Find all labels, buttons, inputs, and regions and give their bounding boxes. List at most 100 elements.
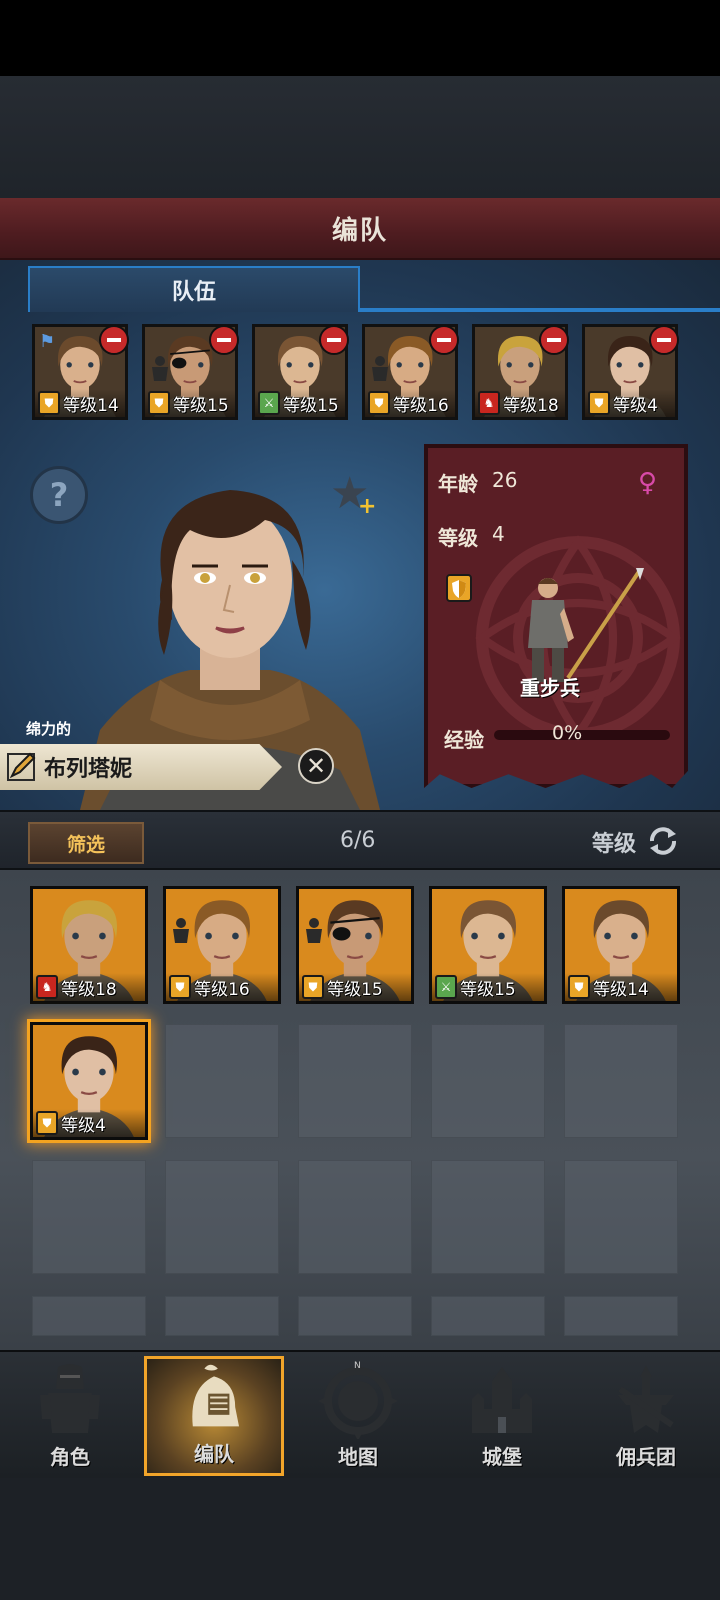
team-panel: 队伍 ⚑ ⛊ 等级14 ⛊ 等级15 ⚔ 等级15 ⛊ 等级16 ♞ 等级18 ⛊ 等级4 ? ★ + … xyxy=(0,260,720,810)
nav-label: 角色 xyxy=(50,1445,90,1469)
tab-underline xyxy=(358,308,720,312)
roster-level: 等级14 xyxy=(593,979,649,1000)
remove-member-icon[interactable] xyxy=(429,325,459,355)
member-level-row: ⛊ 等级16 xyxy=(365,389,455,417)
empty-roster-slot xyxy=(431,1160,545,1274)
member-level-row: ⛊ 等级14 xyxy=(35,389,125,417)
roster-level-row: ♞ 等级18 xyxy=(33,973,145,1001)
team-member-slot[interactable]: ⚑ ⛊ 等级14 xyxy=(32,324,129,420)
filter-button[interactable]: 筛选 xyxy=(28,822,144,864)
roster-level: 等级15 xyxy=(460,979,516,1000)
leader-flag-icon: ⚑ xyxy=(39,331,56,352)
member-level-row: ⚔ 等级15 xyxy=(255,389,345,417)
level-label: 等级 xyxy=(438,526,478,550)
shield-class-icon: ⛊ xyxy=(588,391,610,415)
empty-roster-slot xyxy=(298,1296,412,1336)
roster-level-row: ⛊ 等级16 xyxy=(166,973,278,1001)
age-value: 26 xyxy=(492,468,518,492)
roster-card[interactable]: ⚔ 等级15 xyxy=(429,886,547,1004)
member-level-row: ♞ 等级18 xyxy=(475,389,565,417)
roster-count: 6/6 xyxy=(340,828,376,853)
roster-card[interactable]: ⛊ 等级16 xyxy=(163,886,281,1004)
horse-class-icon: ♞ xyxy=(478,391,500,415)
remove-member-icon[interactable] xyxy=(319,325,349,355)
remove-member-icon[interactable] xyxy=(99,325,129,355)
sort-label[interactable]: 等级 xyxy=(592,826,636,858)
exp-percent: 0% xyxy=(552,722,583,744)
level-value: 4 xyxy=(492,522,505,546)
roster-card[interactable]: ⛊ 等级4 xyxy=(30,1022,148,1140)
rename-pencil-icon[interactable] xyxy=(6,750,38,782)
empty-roster-slot xyxy=(298,1160,412,1274)
bottom-spacer xyxy=(0,1478,720,1600)
roster-level-row: ⛊ 等级14 xyxy=(565,973,677,1001)
roster-level-row: ⛊ 等级4 xyxy=(33,1109,145,1137)
shield-class-icon: ⛊ xyxy=(38,391,60,415)
sort-refresh-icon[interactable] xyxy=(646,824,680,858)
roster-card[interactable]: ⛊ 等级14 xyxy=(562,886,680,1004)
nav-label: 城堡 xyxy=(482,1445,522,1469)
tab-team[interactable]: 队伍 xyxy=(28,266,360,312)
roster-level: 等级16 xyxy=(194,979,250,1000)
nav-item-castle[interactable]: 城堡 xyxy=(432,1356,572,1476)
knight-icon xyxy=(40,1364,100,1433)
roster-level: 等级15 xyxy=(327,979,383,1000)
member-level: 等级16 xyxy=(393,395,449,416)
nav-item-mercenary-banner[interactable]: 佣兵团 xyxy=(576,1356,716,1476)
crossed-swords-class-icon: ⚔ xyxy=(258,391,280,415)
compass-map-icon: N xyxy=(318,1361,398,1439)
empty-roster-slot xyxy=(165,1024,279,1138)
armor-figure-icon xyxy=(306,918,322,943)
empty-roster-slot xyxy=(32,1160,146,1274)
shield-class-icon: ⛊ xyxy=(148,391,170,415)
hero-stat-card: 年龄 26 ♀ 等级 4 重步兵 经验 0% xyxy=(424,444,688,788)
armor-figure-icon xyxy=(152,356,168,381)
team-member-slot[interactable]: ⛊ 等级15 xyxy=(142,324,239,420)
member-level: 等级14 xyxy=(63,395,119,416)
member-level-row: ⛊ 等级15 xyxy=(145,389,235,417)
member-level: 等级4 xyxy=(613,395,658,416)
add-favorite-icon: + xyxy=(358,494,377,519)
team-member-slot[interactable]: ⛊ 等级4 xyxy=(582,324,679,420)
nav-item-compass-map[interactable]: N 地图 xyxy=(288,1356,428,1476)
status-bar-area xyxy=(0,0,720,76)
horse-class-icon: ♞ xyxy=(36,975,58,999)
team-member-slot[interactable]: ⛊ 等级16 xyxy=(362,324,459,420)
roster-card[interactable]: ⛊ 等级15 xyxy=(296,886,414,1004)
shield-class-icon: ⛊ xyxy=(169,975,191,999)
roster-level-row: ⛊ 等级15 xyxy=(299,973,411,1001)
member-level: 等级15 xyxy=(173,395,229,416)
member-level-row: ⛊ 等级4 xyxy=(585,389,675,417)
member-level: 等级18 xyxy=(503,395,559,416)
nav-label: 佣兵团 xyxy=(616,1445,676,1469)
filter-bar: 筛选 6/6 等级 xyxy=(0,810,720,870)
svg-text:N: N xyxy=(354,1361,361,1371)
empty-roster-slot xyxy=(165,1296,279,1336)
question-icon: ? xyxy=(49,476,69,514)
header-spacer xyxy=(0,76,720,198)
age-label: 年龄 xyxy=(438,472,478,496)
team-member-slot[interactable]: ♞ 等级18 xyxy=(472,324,569,420)
roster-card[interactable]: ♞ 等级18 xyxy=(30,886,148,1004)
roster-grid: ♞ 等级18 ⛊ 等级16 ⛊ 等级15 ⚔ 等级15 ⛊ 等级14 ⛊ 等级4 xyxy=(0,870,720,1350)
empty-roster-slot xyxy=(564,1024,678,1138)
nav-item-helmet[interactable]: 编队 xyxy=(144,1356,284,1476)
class-name: 重步兵 xyxy=(520,676,580,700)
nav-label: 编队 xyxy=(194,1442,234,1466)
member-level: 等级15 xyxy=(283,395,339,416)
shield-class-icon: ⛊ xyxy=(568,975,590,999)
heavy-infantry-figure xyxy=(528,568,644,682)
remove-member-icon[interactable] xyxy=(209,325,239,355)
team-member-slot[interactable]: ⚔ 等级15 xyxy=(252,324,349,420)
armor-figure-icon xyxy=(173,918,189,943)
remove-member-icon[interactable] xyxy=(649,325,679,355)
shield-class-icon: ⛊ xyxy=(36,1111,58,1135)
remove-member-icon[interactable] xyxy=(539,325,569,355)
shield-class-icon: ⛊ xyxy=(302,975,324,999)
dismiss-close-icon[interactable]: ✕ xyxy=(298,748,334,784)
hero-name-plate[interactable]: 布列塔妮 xyxy=(0,744,282,790)
nav-label: 地图 xyxy=(338,1445,378,1469)
roster-level: 等级18 xyxy=(61,979,117,1000)
nav-item-knight[interactable]: 角色 xyxy=(0,1356,140,1476)
mercenary-banner-icon xyxy=(618,1365,674,1433)
